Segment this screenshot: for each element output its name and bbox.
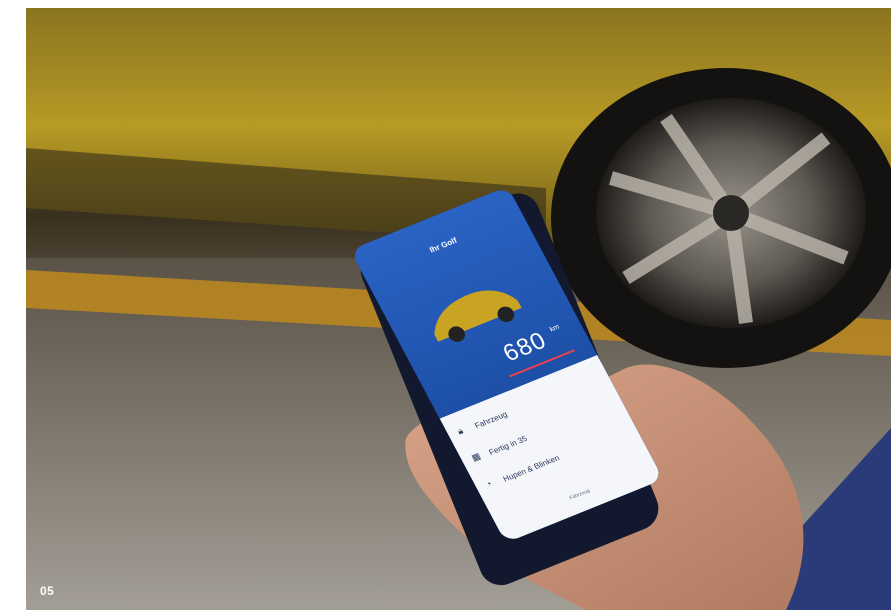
menu-item-vehicle[interactable]: Fahrzeug (473, 410, 509, 431)
page-number: 05 (40, 584, 55, 598)
horn-icon: ◔ (483, 478, 494, 490)
tab-vehicle[interactable]: Fahrzeug (569, 488, 591, 501)
lock-icon: 🔒︎ (455, 425, 465, 437)
menu-item-ready[interactable]: Fertig in 35 (487, 434, 528, 457)
menu-item-horn-flash[interactable]: Hupen & Blinken (502, 453, 562, 483)
calendar-icon: ▦ (469, 450, 483, 463)
wheel-hub (713, 195, 749, 231)
range-unit: km (548, 323, 561, 334)
